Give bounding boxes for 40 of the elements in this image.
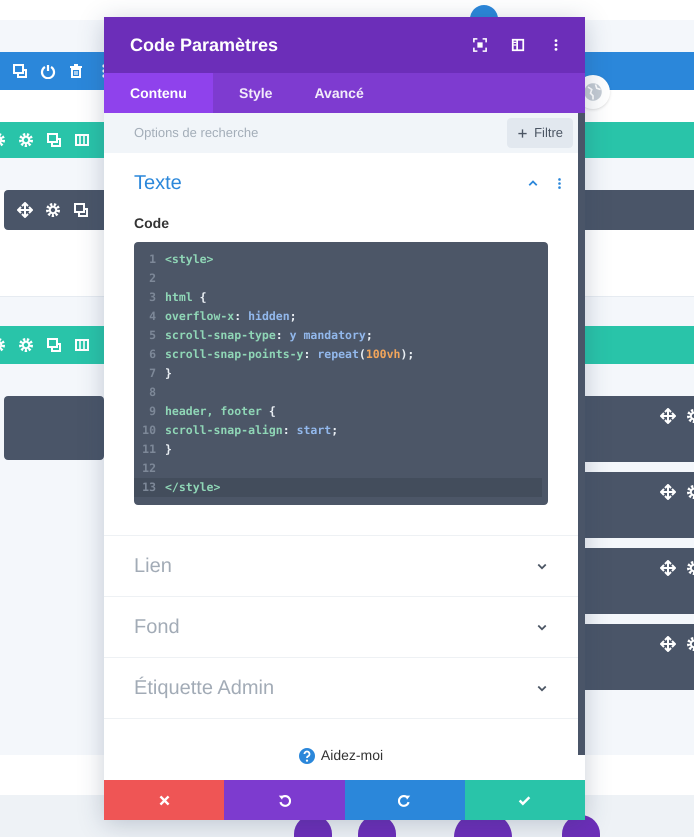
sidebar-icon[interactable] [511,38,525,52]
settings-icon[interactable] [45,202,61,218]
code-line: overflow-x: hidden; [165,308,297,325]
close-icon [158,794,171,806]
fullscreen-icon[interactable] [473,38,487,52]
code-line: } [165,365,172,382]
tab[interactable]: Style [213,73,288,113]
code-line: header, footer { [165,403,276,420]
code-line: scroll-snap-points-y: repeat(100vh); [165,346,414,363]
line-number: 13 [141,479,157,496]
help-icon [298,748,315,764]
move-icon[interactable] [660,484,676,500]
code-line: } [165,441,172,458]
code-line: scroll-snap-align: start; [165,422,338,439]
duplicate-icon[interactable] [73,202,89,218]
scrollbar[interactable] [578,113,585,755]
search-field[interactable]: Options de recherche Filtre [104,113,578,153]
code-line: <style> [165,251,214,268]
code-line: html { [165,289,207,306]
code-line: </style> [165,479,220,496]
code-line: scroll-snap-type: y mandatory; [165,327,373,344]
tab[interactable]: Avancé [288,73,380,113]
move-icon[interactable] [660,408,676,424]
power-icon[interactable] [40,63,56,79]
plus-icon [517,128,528,138]
filter-button[interactable]: Filtre [507,118,573,148]
help-link[interactable]: Aidez-moi [298,745,384,766]
redo-icon [398,794,412,806]
globe-icon [583,82,603,102]
duplicate-icon[interactable] [12,63,28,79]
delete-icon[interactable] [68,63,84,79]
move-icon[interactable] [17,202,33,218]
move-icon[interactable] [660,636,676,652]
field-label: Code [133,214,170,233]
modal-title: Code Paramètres [130,34,280,56]
move-icon[interactable] [660,560,676,576]
tab[interactable]: Contenu [104,73,213,113]
section-title[interactable]: Texte [134,168,527,198]
check-icon [518,794,532,806]
undo-icon [278,794,291,806]
